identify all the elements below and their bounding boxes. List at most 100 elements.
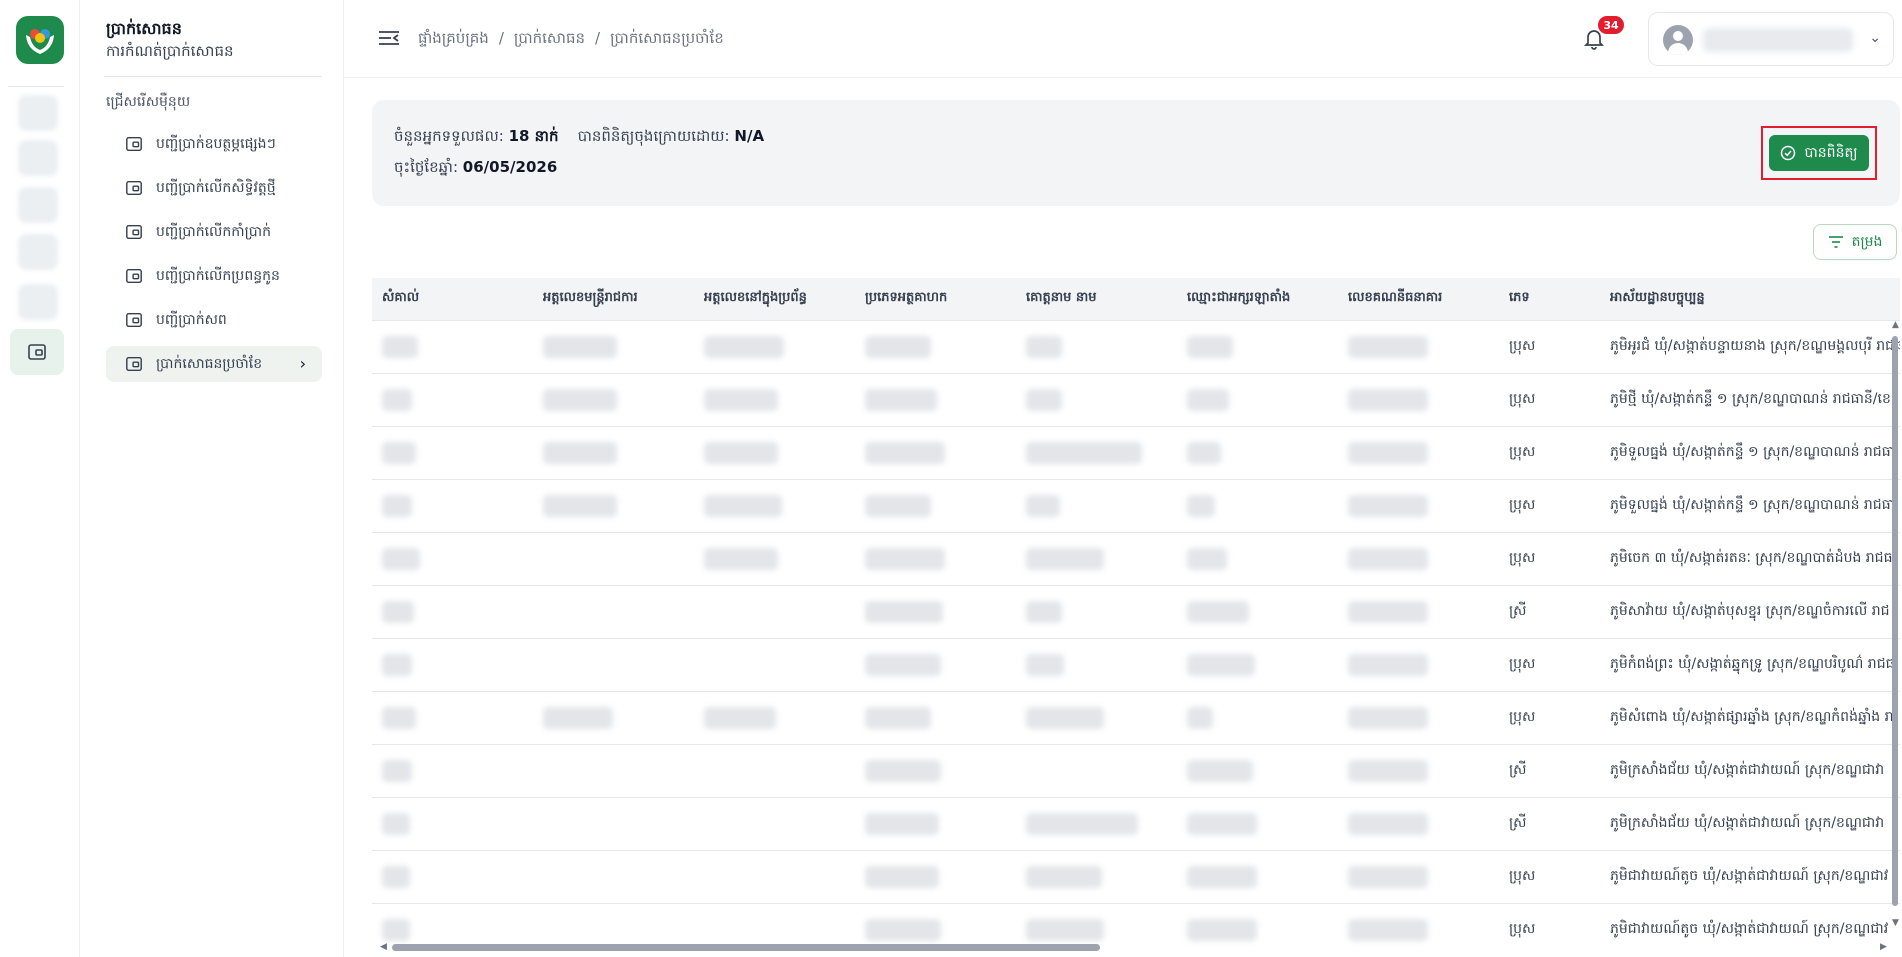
vertical-scrollbar[interactable]: ▲ ▼: [1892, 320, 1899, 928]
cell-gender: ស្រី: [1499, 743, 1600, 797]
scroll-right-icon[interactable]: ▶: [1880, 942, 1887, 952]
redacted-value: [865, 865, 939, 888]
cell-remark: [372, 796, 533, 850]
col-bank-account[interactable]: លេខគណនីធនាគារ: [1338, 278, 1499, 320]
cell-system-id: [694, 796, 855, 850]
cell-system-id: [694, 690, 855, 744]
cell-full-name: [1016, 849, 1177, 903]
breadcrumb-pension[interactable]: ប្រាក់សោធន: [514, 29, 585, 51]
redacted-value: [1026, 547, 1104, 570]
cell-full-name: [1016, 478, 1177, 532]
redacted-value: [1187, 335, 1233, 358]
table-row[interactable]: ប្រុស ភូមិកំពង់ព្រះ ឃុំ/សង្កាត់ឆ្នុកទ្រូ …: [372, 637, 1900, 691]
rail-item-3[interactable]: [18, 187, 58, 223]
table-header-row: សំគាល់ អត្តលេខមន្ត្រីរាជការ អត្តលេខនៅក្ន…: [372, 278, 1900, 320]
verify-button-label: បានពិនិត្យ: [1804, 144, 1858, 161]
cell-address: ភូមិសាវ៉ាយ ឃុំ/សង្កាត់បុសខ្នុរ ស្រុក/ខណ្…: [1600, 584, 1900, 638]
cell-gender: ប្រុស: [1499, 425, 1600, 479]
redacted-value: [704, 494, 782, 517]
redacted-value: [382, 494, 412, 517]
col-remark[interactable]: សំគាល់: [372, 278, 533, 320]
redacted-value: [382, 812, 410, 835]
redacted-value: [704, 706, 776, 729]
user-menu[interactable]: ⌄: [1648, 12, 1894, 66]
redacted-value: [704, 547, 778, 570]
table-row[interactable]: ប្រុស ភូមិចេក ៣ ឃុំ/សង្កាត់រតនៈ ស្រុក/ខណ្…: [372, 531, 1900, 585]
cell-beneficiary-type: [855, 531, 1016, 585]
table-row[interactable]: ស្រី ភូមិក្រសាំងជ័យ ឃុំ/សង្កាត់ជាវាយណ៍ ស្…: [372, 743, 1900, 797]
rail-item-1[interactable]: [18, 95, 58, 131]
cell-system-id: [694, 425, 855, 479]
cell-latin-name: [1177, 584, 1338, 638]
redacted-value: [1348, 812, 1428, 835]
cell-latin-name: [1177, 425, 1338, 479]
filter-button[interactable]: តម្រង: [1813, 224, 1897, 260]
table-row[interactable]: ប្រុស ភូមិទួលធ្នង់ ឃុំ/សង្កាត់កន្ទឹ ១ ស្រ…: [372, 425, 1900, 479]
sidebar-item-misc-allowance[interactable]: បញ្ជីប្រាក់ឧបត្ថម្ភផ្សេងៗ: [106, 126, 322, 162]
top-header: ផ្ទាំងគ្រប់គ្រង / ប្រាក់សោធន / ប្រាក់សោធ…: [344, 0, 1902, 78]
redacted-value: [865, 918, 941, 941]
table-row[interactable]: ប្រុស ភូមិជាវាយណ៍តូច ឃុំ/សង្កាត់ជាវាយណ៍ ស…: [372, 849, 1900, 903]
redacted-value: [1348, 600, 1428, 623]
cell-officer-id: [533, 637, 694, 691]
redacted-value: [865, 600, 943, 623]
cell-remark: [372, 531, 533, 585]
pension-table: សំគាល់ អត្តលេខមន្ត្រីរាជការ អត្តលេខនៅក្ន…: [372, 278, 1900, 948]
icon-rail: [0, 0, 80, 957]
collapse-menu-icon[interactable]: [378, 28, 400, 48]
redacted-value: [1026, 653, 1064, 676]
sidebar-item-rights[interactable]: បញ្ជីប្រាក់លើកសិទ្ធិវត្តថ្មី: [106, 170, 322, 206]
redacted-value: [1348, 653, 1428, 676]
sidebar-item-family[interactable]: បញ្ជីប្រាក់លើកប្រពន្ធកូន: [106, 258, 322, 294]
cell-beneficiary-type: [855, 319, 1016, 373]
sidebar-item-funeral[interactable]: បញ្ជីប្រាក់សព: [106, 302, 322, 338]
redacted-value: [865, 335, 931, 358]
cell-remark: [372, 478, 533, 532]
col-system-id[interactable]: អត្តលេខនៅក្នុងប្រព័ន្ធ: [694, 278, 855, 320]
rail-item-pension[interactable]: [10, 329, 64, 375]
table-row[interactable]: ប្រុស ភូមិថ្មី ឃុំ/សង្កាត់កន្ទឹ ១ ស្រុក/ខ…: [372, 372, 1900, 426]
cell-bank-account: [1338, 531, 1499, 585]
scroll-down-icon[interactable]: ▼: [1892, 918, 1899, 928]
redacted-value: [382, 918, 410, 941]
rail-item-2[interactable]: [18, 140, 58, 176]
table-row[interactable]: ស្រី ភូមិសាវ៉ាយ ឃុំ/សង្កាត់បុសខ្នុរ ស្រុក…: [372, 584, 1900, 638]
col-officer-id[interactable]: អត្តលេខមន្ត្រីរាជការ: [533, 278, 694, 320]
cell-latin-name: [1177, 743, 1338, 797]
breadcrumb-dashboard[interactable]: ផ្ទាំងគ្រប់គ្រង: [418, 29, 489, 51]
sidebar-item-salary-grade[interactable]: បញ្ជីប្រាក់លើកកាំប្រាក់: [106, 214, 322, 250]
redacted-value: [1348, 388, 1428, 411]
cell-officer-id: [533, 531, 694, 585]
col-full-name[interactable]: គោត្តនាម នាម: [1016, 278, 1177, 320]
table-row[interactable]: ប្រុស ភូមិទួលធ្នង់ ឃុំ/សង្កាត់កន្ទឹ ១ ស្រ…: [372, 478, 1900, 532]
redacted-value: [1187, 812, 1257, 835]
cell-bank-account: [1338, 690, 1499, 744]
table-row[interactable]: ស្រី ភូមិក្រសាំងជ័យ ឃុំ/សង្កាត់ជាវាយណ៍ ស្…: [372, 796, 1900, 850]
verify-button[interactable]: បានពិនិត្យ: [1769, 135, 1869, 171]
col-latin-name[interactable]: ឈ្មោះជាអក្សរឡាតាំង: [1177, 278, 1338, 320]
rail-item-5[interactable]: [18, 284, 58, 320]
col-address[interactable]: អាស័យដ្ឋានបច្ចុប្បន្ន: [1600, 278, 1900, 320]
redacted-value: [1187, 600, 1249, 623]
cell-remark: [372, 637, 533, 691]
cell-beneficiary-type: [855, 796, 1016, 850]
sidebar-item-monthly-pension[interactable]: ប្រាក់សោធនប្រចាំខែ ›: [106, 346, 322, 382]
rail-item-4[interactable]: [18, 234, 58, 270]
scroll-up-icon[interactable]: ▲: [1892, 320, 1899, 330]
col-beneficiary-type[interactable]: ប្រភេទអត្ថគាហក: [855, 278, 1016, 320]
horizontal-scrollbar[interactable]: ◀ ▶: [380, 942, 1890, 952]
horizontal-scroll-thumb[interactable]: [392, 944, 1100, 951]
table-row[interactable]: ប្រុស ភូមិសំពោង ឃុំ/សង្កាត់ផ្សារឆ្នាំង ស្…: [372, 690, 1900, 744]
scroll-left-icon[interactable]: ◀: [380, 942, 387, 952]
redacted-value: [1348, 441, 1428, 464]
redacted-value: [1187, 441, 1221, 464]
verified-by-value: N/A: [734, 127, 765, 145]
breadcrumb: ផ្ទាំងគ្រប់គ្រង / ប្រាក់សោធន / ប្រាក់សោធ…: [418, 29, 724, 51]
vertical-scroll-thumb[interactable]: [1892, 336, 1898, 906]
cell-full-name: [1016, 372, 1177, 426]
app-logo[interactable]: [16, 16, 64, 64]
cell-remark: [372, 584, 533, 638]
table-row[interactable]: ប្រុស ភូមិអូរជំ ឃុំ/សង្កាត់បន្ទាយនាង ស្រុ…: [372, 319, 1900, 373]
col-gender[interactable]: ភេទ: [1499, 278, 1600, 320]
cell-address: ភូមិក្រសាំងជ័យ ឃុំ/សង្កាត់ជាវាយណ៍ ស្រុក/…: [1600, 743, 1900, 797]
